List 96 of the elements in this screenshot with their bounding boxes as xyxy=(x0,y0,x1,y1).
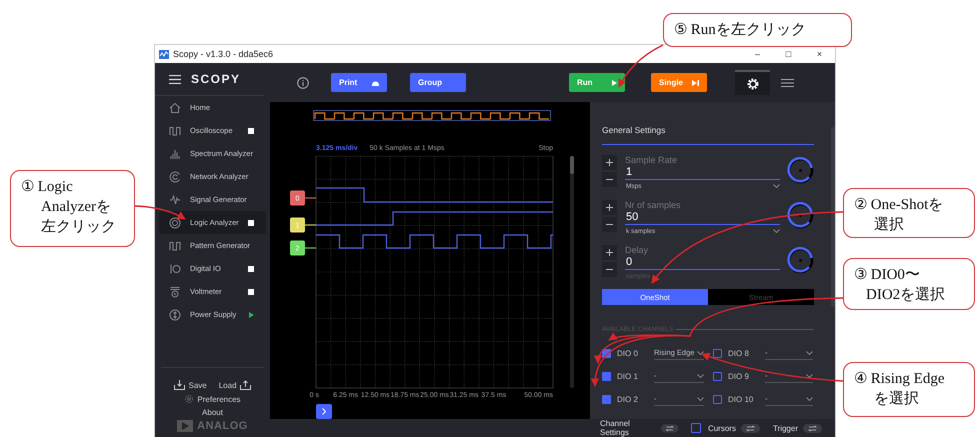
scrollbar[interactable] xyxy=(831,127,835,307)
callout-note: ② One-Shotを選択 xyxy=(843,188,975,238)
gear-icon xyxy=(184,394,194,404)
play-icon xyxy=(249,312,254,318)
square-wave-icon xyxy=(169,240,181,252)
square-icon xyxy=(248,288,254,294)
channel-label: DIO 1 xyxy=(617,372,639,380)
swap-button[interactable] xyxy=(660,424,678,432)
swap-button[interactable] xyxy=(803,424,822,432)
caret-icon xyxy=(697,396,704,400)
about-link[interactable]: About xyxy=(202,408,223,417)
increment-button[interactable] xyxy=(602,245,617,260)
menu-label[interactable]: Channel Settings xyxy=(600,419,656,437)
rotary-knob[interactable] xyxy=(787,247,814,274)
waveform-thumbnail[interactable] xyxy=(313,110,551,121)
minus-icon xyxy=(606,179,613,180)
caret-icon xyxy=(697,374,704,378)
caret-icon xyxy=(806,396,813,400)
channel-label: DIO 9 xyxy=(728,372,750,380)
app-icon xyxy=(159,50,169,58)
checkbox[interactable] xyxy=(713,372,722,380)
increment-button[interactable] xyxy=(602,155,617,170)
checkbox[interactable] xyxy=(602,372,611,380)
square-icon xyxy=(248,220,254,226)
section-title: General Settings xyxy=(602,125,814,145)
plus-icon xyxy=(606,249,613,256)
rotary-knob[interactable] xyxy=(787,202,814,229)
callout-note: ① Logic Analyzerを左クリック xyxy=(10,170,135,247)
play-icon xyxy=(612,80,617,86)
preferences-button[interactable]: Preferences xyxy=(184,394,241,404)
circle-icon xyxy=(169,308,181,320)
square-icon xyxy=(248,128,254,134)
annotation-arrow xyxy=(134,205,186,220)
checkbox[interactable] xyxy=(602,394,611,404)
load-button[interactable]: Load xyxy=(218,380,251,390)
home-icon xyxy=(169,102,181,114)
field-label: Sample Rate xyxy=(625,155,678,166)
decrement-button[interactable] xyxy=(602,262,617,277)
chevron-right-icon xyxy=(322,408,326,415)
zigzag-icon xyxy=(169,194,181,206)
bar-chart-icon xyxy=(169,148,181,160)
plus-icon xyxy=(606,159,613,166)
callout-note: ③ DIO0〜DIO2を選択 xyxy=(843,258,975,310)
swap-button[interactable] xyxy=(740,424,760,432)
menu-label[interactable]: Trigger xyxy=(772,424,798,432)
scrollbar[interactable] xyxy=(570,156,574,388)
window-control[interactable]: × xyxy=(804,49,835,59)
vendor-logo: ANALOG xyxy=(197,420,248,432)
upload-icon xyxy=(240,380,251,390)
callout-note: ④ Rising Edgeを選択 xyxy=(843,362,975,417)
menu-icon[interactable] xyxy=(169,74,181,84)
increment-button[interactable] xyxy=(602,200,617,215)
decrement-button[interactable] xyxy=(602,217,617,232)
value-field[interactable]: 0 xyxy=(625,256,780,270)
step-icon xyxy=(692,80,699,86)
caret-icon xyxy=(773,229,780,233)
save-button[interactable]: Save xyxy=(174,380,207,390)
window-control[interactable]: – xyxy=(742,49,773,59)
channel-label: DIO 8 xyxy=(728,348,750,358)
print-button[interactable]: Print xyxy=(331,73,387,92)
rotary-knob[interactable] xyxy=(787,157,814,184)
window-title: Scopy - v1.3.0 - dda5ec6 xyxy=(173,49,274,59)
settings-button[interactable] xyxy=(735,70,770,95)
field-label: Nr of samples xyxy=(625,200,682,211)
gear-icon xyxy=(746,78,758,90)
callout-note: ⑤ Runを左クリック xyxy=(663,13,852,47)
gauge-icon xyxy=(169,286,181,298)
expand-button[interactable] xyxy=(316,404,332,419)
square-wave-icon xyxy=(169,124,181,136)
group-button[interactable]: Group xyxy=(410,73,466,92)
checkbox[interactable] xyxy=(713,394,722,404)
minus-icon xyxy=(606,269,613,270)
value-field[interactable]: 1 xyxy=(625,166,780,180)
window-control[interactable]: □ xyxy=(773,49,804,59)
bar-circle-icon xyxy=(169,262,181,274)
app-logo: SCOPY xyxy=(191,72,241,86)
checkbox[interactable] xyxy=(713,348,722,358)
menu-label[interactable]: Cursors xyxy=(708,424,736,432)
square-icon xyxy=(248,266,254,272)
caret-icon xyxy=(806,374,813,378)
value-field[interactable]: 50 xyxy=(625,211,780,225)
channel-label: DIO 10 xyxy=(728,394,754,404)
minus-icon xyxy=(606,224,613,225)
info-icon[interactable] xyxy=(297,76,309,88)
plus-icon xyxy=(606,204,613,211)
caret-icon xyxy=(697,350,704,354)
field-label: Delay xyxy=(625,245,650,256)
triangle-logo-icon xyxy=(177,420,194,432)
download-icon xyxy=(174,380,186,390)
decrement-button[interactable] xyxy=(602,172,617,187)
checkbox[interactable] xyxy=(690,423,701,433)
channel-label: DIO 0 xyxy=(617,348,639,358)
caret-icon xyxy=(773,184,780,188)
channel-label: DIO 2 xyxy=(617,394,639,404)
caret-icon xyxy=(806,350,813,354)
circle-arc-icon xyxy=(169,170,181,182)
